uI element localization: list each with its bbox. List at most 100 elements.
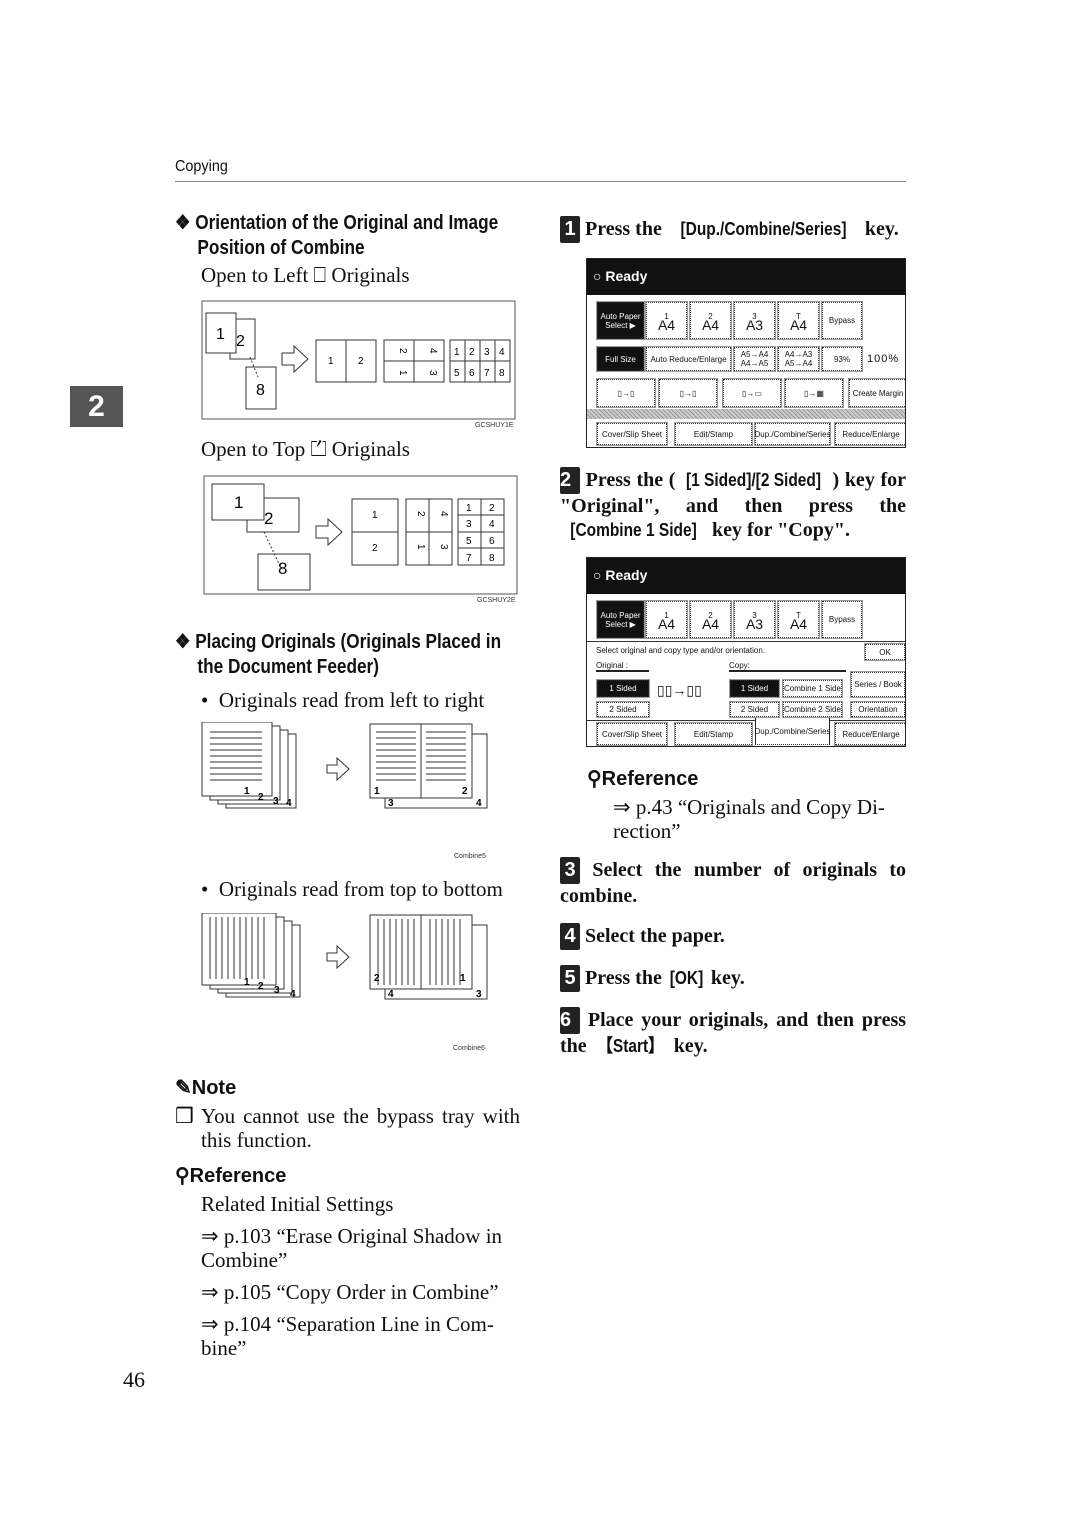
page-digit: 1	[415, 544, 426, 550]
page-digit: 2	[372, 543, 378, 554]
section-heading: ❖ Placing Originals (Originals Placed in	[175, 631, 502, 653]
full-size-button[interactable]: Full Size	[596, 346, 645, 372]
tray-3-button[interactable]: 3 A3	[733, 301, 776, 340]
tab-cover-slip-sheet[interactable]: Cover/Slip Sheet	[596, 422, 668, 446]
diamond-bullet-icon: ❖	[175, 212, 196, 234]
arrow-icon	[281, 344, 309, 374]
tab-cover-slip-sheet[interactable]: Cover/Slip Sheet	[596, 722, 668, 746]
landscape-page-icon: ⏍	[310, 437, 327, 461]
reference-heading: ⚲Reference	[175, 1165, 287, 1187]
key-name: [Combine 1 Side]	[570, 520, 697, 540]
auto-reduce-enlarge-button[interactable]: Auto Reduce/Enlarge	[645, 346, 732, 372]
page-digit: 5	[466, 536, 472, 547]
step-number: 4	[560, 923, 580, 950]
tab-reduce-enlarge[interactable]: Reduce/Enlarge	[834, 722, 905, 746]
note-heading: ✎Note	[175, 1077, 237, 1099]
tray-2-button[interactable]: 2 A4	[689, 600, 732, 639]
page-digit: 7	[466, 553, 472, 564]
page-digit: 2	[264, 509, 273, 528]
svg-text:4: 4	[290, 989, 296, 1000]
header-rule	[175, 181, 906, 182]
reference-intro: Related Initial Settings	[201, 1192, 394, 1216]
create-margin-button[interactable]: Create Margin	[848, 378, 905, 408]
tray-t-button[interactable]: T A4	[777, 301, 820, 340]
step-5: 5 Press the [OK] key.	[560, 965, 906, 992]
svg-text:1: 1	[244, 786, 250, 797]
bypass-button[interactable]: Bypass	[821, 600, 863, 639]
tab-edit-stamp[interactable]: Edit/Stamp	[674, 422, 753, 446]
svg-text:2: 2	[258, 981, 264, 992]
checkbox-bullet-icon: ❒	[175, 1104, 194, 1128]
auto-paper-select-button[interactable]: Auto Paper Select ▶	[596, 301, 645, 340]
combine-2-side-button[interactable]: Combine 2 Side	[782, 701, 843, 718]
page-digit: 8	[499, 368, 505, 379]
page-digit: 5	[454, 368, 460, 379]
step-number: 2	[560, 467, 580, 494]
placing-section: ❖ Placing Originals (Originals Placed in…	[175, 630, 525, 712]
page-digit: 4	[489, 519, 495, 530]
copy-2-sided-button[interactable]: 2 Sided	[729, 701, 780, 718]
auto-paper-select-button[interactable]: Auto Paper Select ▶	[596, 600, 645, 639]
combine-1-side-button[interactable]: Combine 1 Side	[782, 679, 843, 698]
key-name: [Dup./Combine/Series]	[680, 219, 847, 239]
step-6: 6 Place your originals, and then press t…	[560, 1007, 907, 1057]
tab-dup-combine-series[interactable]: Dup./Combine/Series	[754, 718, 831, 745]
reference-heading: ⚲Reference	[587, 768, 699, 790]
copy-1-sided-button[interactable]: 1 Sided	[729, 679, 780, 698]
page-digit: 8	[278, 559, 287, 578]
page-digit: 2	[236, 333, 245, 350]
ratio-a5-a4-button[interactable]: A5→A4 A4→A5	[733, 346, 776, 372]
original-1-sided-button[interactable]: 1 Sided	[596, 679, 650, 698]
bullet-item: • Originals read from left to right	[201, 688, 485, 712]
reference-link[interactable]: ⇒ p.103 “Erase Original Shadow in Combin…	[175, 1224, 520, 1272]
note-item: ❒ You cannot use the bypass tray with thi…	[175, 1104, 520, 1152]
svg-text:3: 3	[388, 798, 394, 809]
reference-link[interactable]: ⇒ p.104 “Separation Line in Com-bine”	[175, 1312, 520, 1360]
page-digit: 8	[489, 553, 495, 564]
step-1: 1 Press the [Dup./Combine/Series] key.	[560, 216, 906, 243]
combine-2to2-icon-button[interactable]: ▯→▯	[658, 378, 718, 408]
page-digit: 1	[216, 326, 225, 343]
combine-4in1-icon-button[interactable]: ▯→▦	[784, 378, 844, 408]
ready-icon: ○	[593, 268, 606, 284]
left-to-right-figure: 12 3 41 23 4 Combine5	[201, 722, 488, 860]
bypass-button[interactable]: Bypass	[821, 301, 863, 340]
status-bar: ○ Ready	[587, 558, 905, 594]
tab-dup-combine-series[interactable]: Dup./Combine/Series	[754, 422, 831, 446]
ratio-a4-a3-button[interactable]: A4→A3 A5→A4	[777, 346, 820, 372]
key-name: [1 Sided]/[2 Sided]	[686, 470, 822, 490]
ok-button[interactable]: OK	[864, 643, 905, 661]
combine-direction-icon: ▯▯→▯▯	[657, 682, 702, 698]
orientation-button[interactable]: Orientation	[850, 701, 905, 718]
svg-text:4: 4	[286, 798, 292, 809]
tray-2-button[interactable]: 2 A4	[689, 301, 732, 340]
tray-1-button[interactable]: 1 A4	[645, 301, 688, 340]
arrow-icon	[326, 756, 350, 782]
combine-1to2-icon-button[interactable]: ▯→▯	[596, 378, 656, 408]
ratio-93-button[interactable]: 93%	[821, 346, 863, 372]
tray-3-button[interactable]: 3 A3	[733, 600, 776, 639]
figure-code: GCSHUY1E	[475, 422, 514, 429]
reference-link[interactable]: ⇒ p.43 “Originals and Copy Di-rection”	[587, 795, 907, 843]
tray-1-button[interactable]: 1 A4	[645, 600, 688, 639]
series-book-button[interactable]: Series / Book	[850, 671, 905, 698]
tab-reduce-enlarge[interactable]: Reduce/Enlarge	[834, 422, 905, 446]
reference-link[interactable]: ⇒ p.105 “Copy Order in Combine”	[175, 1280, 520, 1304]
key-name: [OK]	[669, 968, 704, 988]
diamond-bullet-icon: ❖	[175, 631, 196, 653]
key-name: 【Start】	[597, 1036, 664, 1056]
svg-text:1: 1	[244, 977, 250, 988]
note-section: ✎Note ❒ You cannot use the bypass tray wi…	[175, 1075, 520, 1152]
tab-edit-stamp[interactable]: Edit/Stamp	[674, 722, 753, 746]
tray-t-button[interactable]: T A4	[777, 600, 820, 639]
combine-2in1-icon-button[interactable]: ▯→▭	[722, 378, 782, 408]
section-heading-line2: the Document Feeder)	[197, 656, 379, 678]
step-4: 4 Select the paper.	[560, 923, 906, 950]
original-2-sided-button[interactable]: 2 Sided	[596, 701, 650, 718]
section-heading-line2: Position of Combine	[197, 237, 365, 259]
page-digit: 1	[234, 493, 243, 512]
magnifier-icon: ⚲	[175, 1165, 190, 1187]
svg-text:3: 3	[273, 796, 279, 807]
page-number: 46	[123, 1367, 145, 1392]
figure-code: Combine6	[453, 1045, 485, 1052]
